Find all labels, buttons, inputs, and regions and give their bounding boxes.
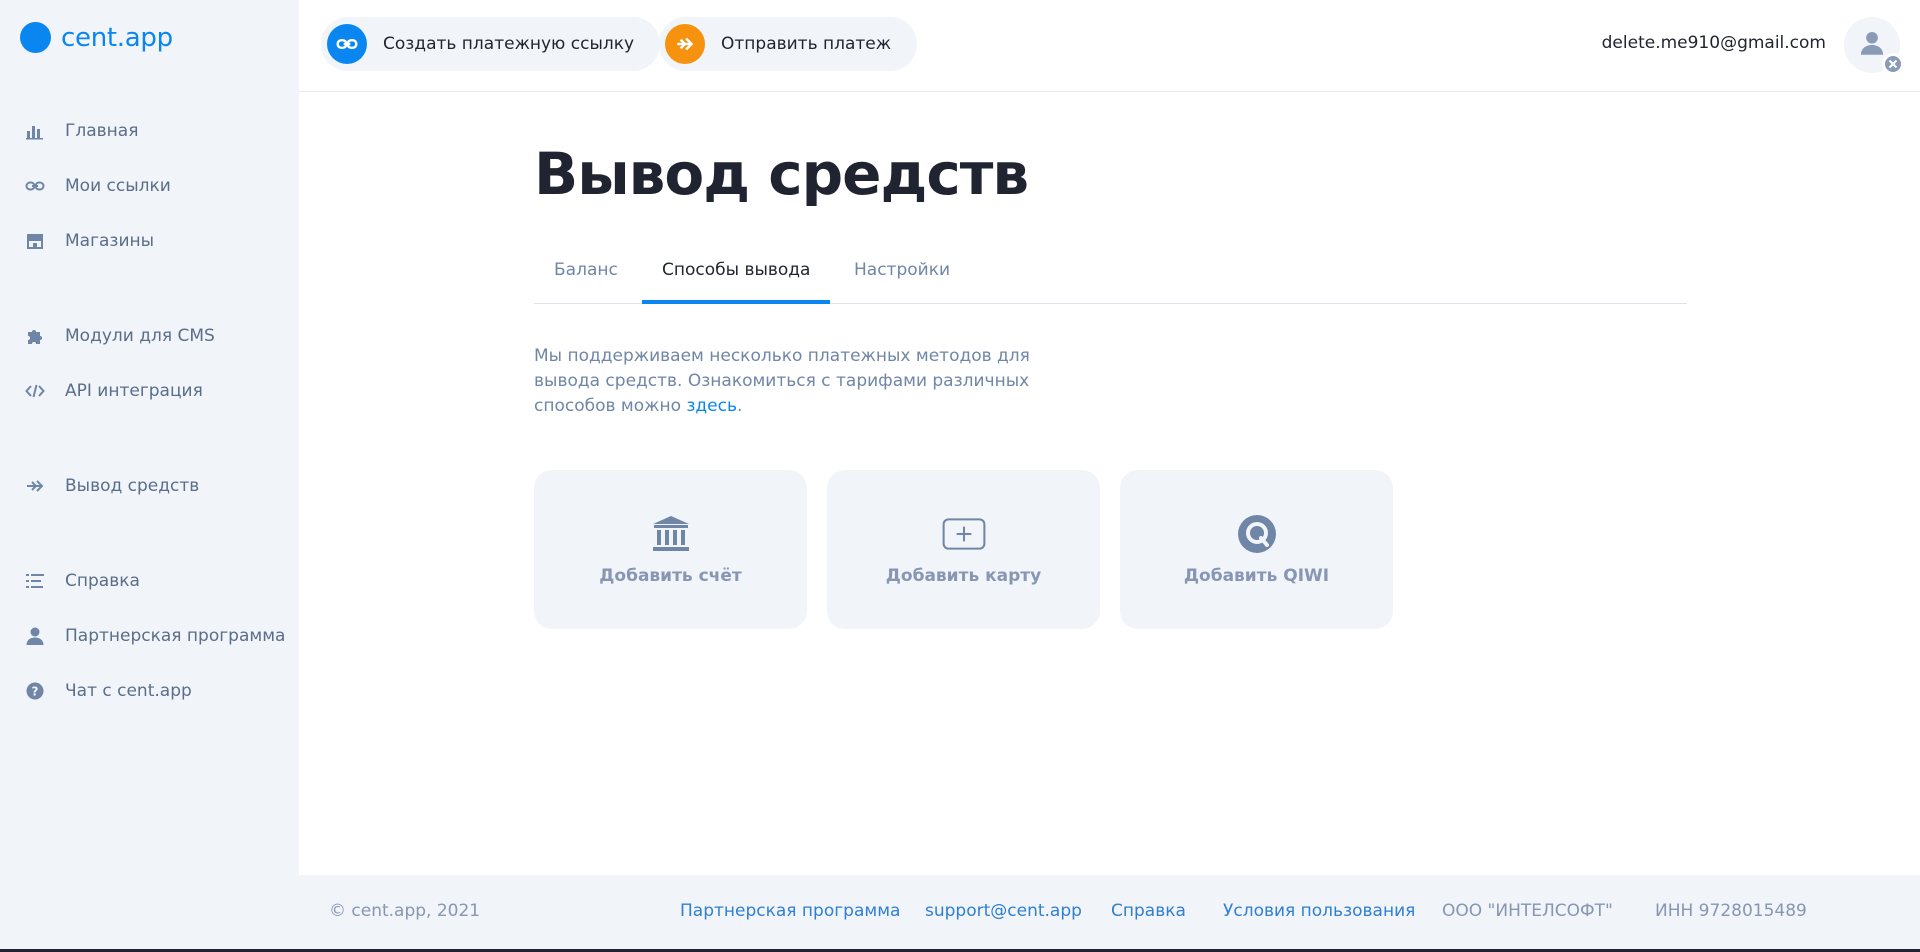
footer-help-link[interactable]: Справка xyxy=(1111,901,1186,921)
send-payment-button[interactable]: Отправить платеж xyxy=(659,17,918,71)
add-card-card[interactable]: Добавить карту xyxy=(827,470,1100,629)
user-icon xyxy=(24,625,46,647)
user-icon xyxy=(1859,30,1885,60)
top-header: Создать платежную ссылку Отправить плате… xyxy=(299,0,1920,92)
tab-balance[interactable]: Баланс xyxy=(534,250,638,304)
sidebar-item-my-links[interactable]: Мои ссылки xyxy=(24,171,171,201)
double-arrow-icon xyxy=(24,475,46,497)
footer: © cent.app, 2021 Партнерская программа s… xyxy=(299,875,1920,952)
sidebar-item-label: Справка xyxy=(65,571,140,591)
sidebar-item-label: Магазины xyxy=(65,231,155,251)
sidebar-item-label: API интеграция xyxy=(65,381,203,401)
sidebar-item-home[interactable]: Главная xyxy=(24,116,138,146)
add-card-label: Добавить карту xyxy=(885,566,1042,586)
footer-inn: ИНН 9728015489 xyxy=(1655,901,1807,921)
help-icon: ? xyxy=(24,680,46,702)
tabs-bar: Баланс Способы вывода Настройки xyxy=(534,250,1687,304)
tariffs-link[interactable]: здесь xyxy=(686,396,737,416)
user-avatar-button[interactable] xyxy=(1844,17,1904,75)
sidebar-item-partner[interactable]: Партнерская программа xyxy=(24,621,285,651)
sidebar-item-chat[interactable]: ? Чат с cent.app xyxy=(24,676,192,706)
link-icon xyxy=(24,175,46,197)
sidebar-item-label: Партнерская программа xyxy=(65,626,286,646)
svg-text:?: ? xyxy=(32,685,39,699)
logo[interactable]: cent.app xyxy=(20,22,173,53)
tab-settings[interactable]: Настройки xyxy=(834,250,970,304)
code-icon xyxy=(24,380,46,402)
create-payment-link-label: Создать платежную ссылку xyxy=(383,34,635,54)
sidebar-item-api[interactable]: API интеграция xyxy=(24,376,203,406)
add-qiwi-label: Добавить QIWI xyxy=(1183,566,1330,586)
bar-chart-icon xyxy=(24,120,46,142)
sidebar-item-withdraw[interactable]: Вывод средств xyxy=(24,471,199,501)
sidebar-item-label: Чат с cent.app xyxy=(65,681,192,701)
description-text: Мы поддерживаем несколько платежных мето… xyxy=(534,344,1094,419)
sidebar-item-label: Вывод средств xyxy=(65,476,200,496)
sidebar-item-label: Модули для CMS xyxy=(65,326,215,346)
link-icon xyxy=(327,24,367,64)
puzzle-icon xyxy=(24,325,46,347)
sidebar-item-cms-modules[interactable]: Модули для CMS xyxy=(24,321,215,351)
logo-dot-icon xyxy=(20,22,51,53)
store-icon xyxy=(24,230,46,252)
qiwi-icon xyxy=(1235,514,1279,554)
footer-copyright: © cent.app, 2021 xyxy=(329,901,481,921)
description-end: . xyxy=(737,396,743,416)
logo-text: cent.app xyxy=(61,22,173,53)
double-arrow-icon xyxy=(665,24,705,64)
card-plus-icon xyxy=(942,514,986,554)
add-qiwi-card[interactable]: Добавить QIWI xyxy=(1120,470,1393,629)
tab-withdraw-methods[interactable]: Способы вывода xyxy=(642,250,831,304)
description-body: Мы поддерживаем несколько платежных мето… xyxy=(534,346,1030,416)
sidebar-item-stores[interactable]: Магазины xyxy=(24,226,154,256)
user-email: delete.me910@gmail.com xyxy=(1601,33,1826,53)
bank-icon xyxy=(649,514,693,554)
page-title: Вывод средств xyxy=(534,140,1029,208)
add-account-card[interactable]: Добавить счёт xyxy=(534,470,807,629)
list-icon xyxy=(24,570,46,592)
sidebar-item-help[interactable]: Справка xyxy=(24,566,140,596)
create-payment-link-button[interactable]: Создать платежную ссылку xyxy=(321,17,661,71)
add-account-label: Добавить счёт xyxy=(599,566,742,586)
footer-partner-link[interactable]: Партнерская программа xyxy=(680,901,900,921)
sidebar-item-label: Мои ссылки xyxy=(65,176,171,196)
close-icon[interactable] xyxy=(1882,53,1904,75)
send-payment-label: Отправить платеж xyxy=(721,34,892,54)
footer-terms-link[interactable]: Условия пользования xyxy=(1223,901,1415,921)
sidebar-item-label: Главная xyxy=(65,121,139,141)
footer-support-link[interactable]: support@cent.app xyxy=(925,901,1082,921)
sidebar: cent.app Главная Мои ссылки Магазины Мод… xyxy=(0,0,299,952)
footer-company: ООО "ИНТЕЛСОФТ" xyxy=(1442,901,1613,921)
